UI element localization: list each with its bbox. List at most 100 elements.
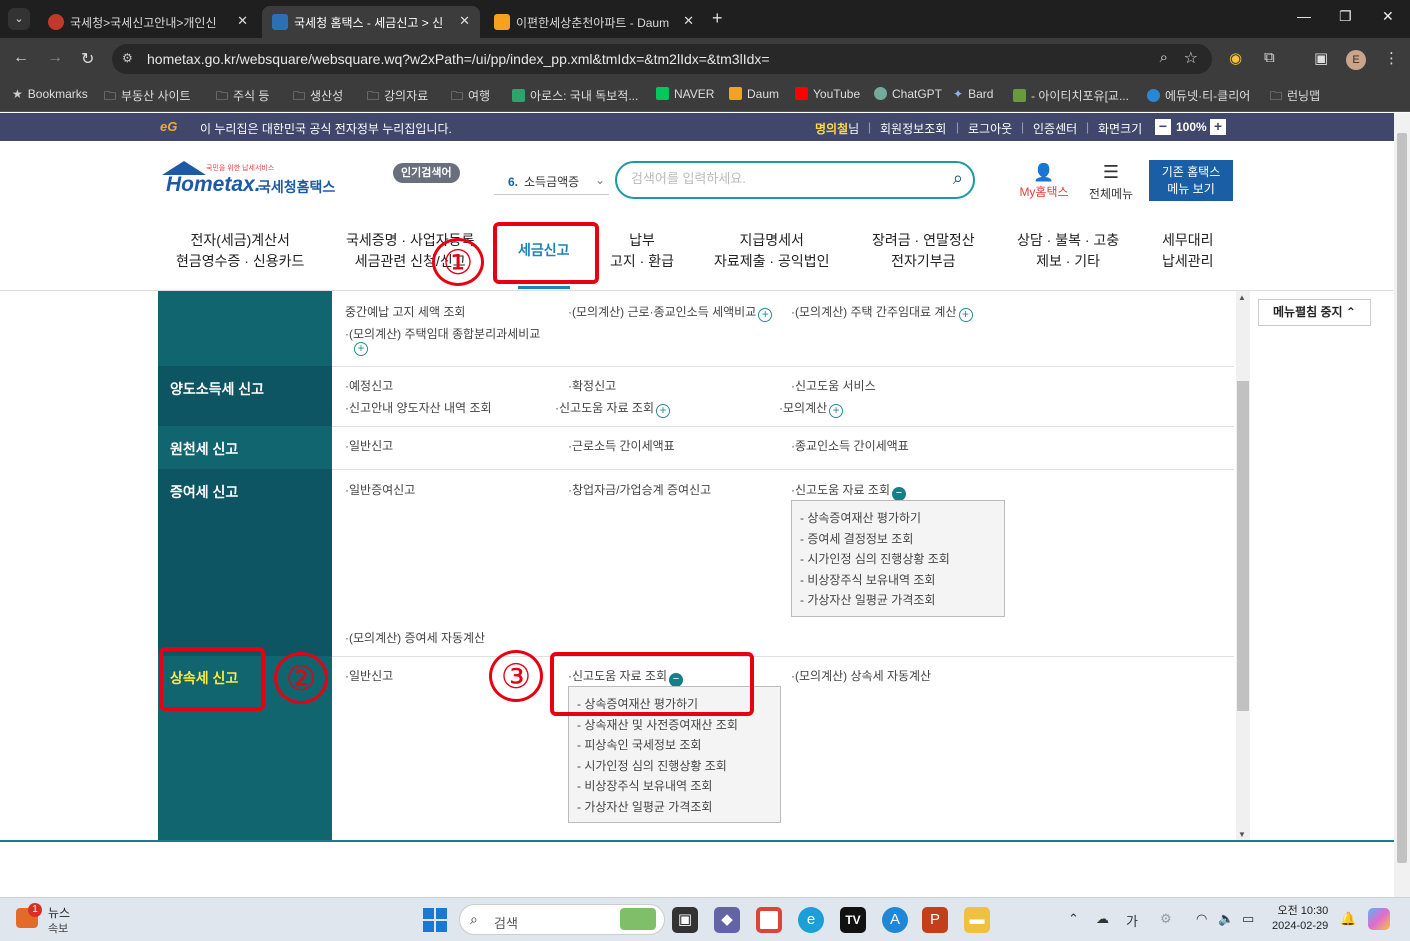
old-hometax-menu-button[interactable]: 기존 홈택스 메뉴 보기 xyxy=(1149,160,1233,201)
zoom-icon[interactable]: ⌕ xyxy=(1160,49,1168,66)
plus-icon[interactable]: + xyxy=(958,308,973,322)
site-info-icon[interactable]: ⚙ xyxy=(122,51,133,65)
menu-link[interactable]: ·(모의계산) 근로·종교인소득 세액비교 + xyxy=(568,303,773,322)
side-panel-icon[interactable]: ▣ xyxy=(1314,49,1328,67)
menu-link[interactable]: ·근로소득 간이세액표 xyxy=(568,437,675,454)
scroll-thumb[interactable] xyxy=(1237,381,1249,711)
submenu-link[interactable]: - 비상장주식 보유내역 조회 xyxy=(577,776,772,797)
menu-link[interactable]: ·(모의계산) 상속세 자동계산 xyxy=(791,667,931,684)
cloud-icon[interactable]: ☁ xyxy=(1096,911,1109,927)
bookmark-item[interactable]: 🗀 주식 등 xyxy=(216,87,269,108)
wifi-icon[interactable]: ◠ xyxy=(1196,911,1207,927)
submenu-link[interactable]: - 피상속인 국세정보 조회 xyxy=(577,735,772,756)
submenu-link[interactable]: - 상속재산 및 사전증여재산 조회 xyxy=(577,715,772,736)
file-explorer-icon[interactable]: ▬ xyxy=(964,907,990,933)
submenu-link[interactable]: - 비상장주식 보유내역 조회 xyxy=(800,570,996,591)
menu-pause-button[interactable]: 메뉴펼침 중지 ⌃ xyxy=(1258,299,1371,326)
bookmark-item[interactable]: ★ Bookmarks xyxy=(12,87,88,101)
bookmark-item[interactable]: ✦ Bard xyxy=(953,87,993,101)
new-tab-button[interactable]: + xyxy=(712,8,723,29)
bookmark-star-icon[interactable]: ☆ xyxy=(1184,48,1198,68)
restore-icon[interactable]: ❐ xyxy=(1339,8,1352,25)
category-wonchun[interactable]: 원천세 신고 xyxy=(170,439,238,459)
zoom-out-button[interactable]: − xyxy=(1155,119,1171,135)
submenu-link[interactable]: - 상속증여재산 평가하기 xyxy=(800,508,996,529)
menu-link[interactable]: ·신고도움 자료 조회 + xyxy=(555,399,670,418)
app-store-icon[interactable]: A xyxy=(882,907,908,933)
gnb-payment[interactable]: 납부 고지 · 환급 xyxy=(610,230,674,272)
profile-avatar[interactable]: E xyxy=(1346,50,1366,70)
bookmark-item[interactable]: NAVER xyxy=(656,87,714,101)
member-info-link[interactable]: 회원정보조회 xyxy=(880,120,946,137)
plus-icon[interactable]: + xyxy=(354,342,368,356)
bookmark-item[interactable]: 🗀 생산성 xyxy=(293,87,343,108)
powerpoint-icon[interactable]: P xyxy=(922,907,948,933)
bookmark-item[interactable]: 에듀넷·티-클리어 xyxy=(1147,87,1250,104)
clock[interactable]: 오전 10:30 2024-02-29 xyxy=(1272,904,1328,934)
scroll-down-icon[interactable]: ▼ xyxy=(1238,830,1246,839)
submenu-link[interactable]: - 증여세 결정정보 조회 xyxy=(800,529,996,550)
menu-link[interactable]: ·(모의계산) 주택임대 종합분리과세비교 xyxy=(345,325,540,342)
minimize-icon[interactable]: — xyxy=(1297,8,1311,24)
bookmark-item[interactable]: Daum xyxy=(729,87,779,101)
browser-tab-3[interactable]: 이편한세상춘천아파트 - Daum ✕ xyxy=(484,6,704,38)
popular-search-dropdown[interactable]: 6. 소득금액증 ⌄ xyxy=(494,173,609,195)
menu-link[interactable]: ·신고도움 자료 조회 − xyxy=(791,481,906,501)
gnb-tax-agent[interactable]: 세무대리 납세관리 xyxy=(1162,230,1214,272)
zoom-in-button[interactable]: + xyxy=(1210,119,1226,135)
back-icon[interactable]: ← xyxy=(13,49,29,67)
browser-tab-1[interactable]: 국세청>국세신고안내>개인신 ✕ xyxy=(38,6,258,38)
gnb-year-end[interactable]: 장려금 · 연말정산 전자기부금 xyxy=(872,230,975,272)
category-jeungyeo[interactable]: 증여세 신고 xyxy=(170,482,238,502)
menu-link[interactable]: ·창업자금/가업승계 증여신고 xyxy=(568,481,711,498)
category-yangdo[interactable]: 양도소득세 신고 xyxy=(170,379,264,399)
menu-link[interactable]: ·일반신고 xyxy=(345,667,393,684)
plus-icon[interactable]: + xyxy=(829,404,844,418)
bookmark-item[interactable]: 🗀 강의자료 xyxy=(367,87,428,108)
task-view-icon[interactable]: ▣ xyxy=(672,907,698,933)
ime-mode-icon[interactable]: ⚙ xyxy=(1160,911,1172,927)
close-tab-icon[interactable]: ✕ xyxy=(683,13,694,29)
scroll-up-icon[interactable]: ▲ xyxy=(1238,293,1246,302)
chevron-up-icon[interactable]: ⌃ xyxy=(1068,911,1079,927)
gnb-e-invoice[interactable]: 전자(세금)계산서 현금영수증 · 신용카드 xyxy=(176,230,304,272)
close-tab-icon[interactable]: ✕ xyxy=(459,13,470,29)
all-menu-button[interactable]: ☰ 전체메뉴 xyxy=(1083,163,1139,202)
search-icon[interactable]: ⌕ xyxy=(953,168,963,189)
menu-link[interactable]: ·모의계산 + xyxy=(779,399,844,418)
menu-scrollbar[interactable]: ▲ ▼ xyxy=(1236,291,1250,841)
bookmark-item[interactable]: 🗀 여행 xyxy=(451,87,490,108)
close-tab-icon[interactable]: ✕ xyxy=(237,13,248,29)
page-scroll-thumb[interactable] xyxy=(1397,133,1407,863)
edge-icon[interactable]: e xyxy=(798,907,824,933)
volume-icon[interactable]: 🔈 xyxy=(1218,911,1234,927)
menu-link[interactable]: ·예정신고 xyxy=(345,377,393,394)
search-input[interactable] xyxy=(631,171,931,186)
notification-bell-icon[interactable]: 🔔 xyxy=(1340,911,1356,927)
minus-icon[interactable]: − xyxy=(892,487,906,501)
tradingview-icon[interactable]: TV xyxy=(840,907,866,933)
url-text[interactable]: hometax.go.kr/websquare/websquare.wq?w2x… xyxy=(147,51,770,67)
menu-link[interactable]: ·(모의계산) 증여세 자동계산 xyxy=(345,629,485,646)
bookmark-item[interactable]: 🗀 부동산 사이트 xyxy=(104,87,191,108)
menu-link[interactable]: ·확정신고 xyxy=(568,377,616,394)
submenu-link[interactable]: - 가상자산 일평균 가격조회 xyxy=(577,797,772,818)
omnibox[interactable]: ⚙ hometax.go.kr/websquare/websquare.wq?w… xyxy=(112,44,1212,74)
gnb-consulting[interactable]: 상담 · 불복 · 고충 제보 · 기타 xyxy=(1017,230,1119,272)
close-window-icon[interactable]: ✕ xyxy=(1382,8,1394,25)
plus-icon[interactable]: + xyxy=(758,308,773,322)
extension-icon[interactable]: ◉ xyxy=(1229,49,1242,67)
ime-indicator[interactable]: 가 xyxy=(1126,911,1138,930)
menu-link[interactable]: ·일반신고 xyxy=(345,437,393,454)
browser-menu-icon[interactable]: ⋮ xyxy=(1384,49,1399,67)
menu-link[interactable]: ·종교인소득 간이세액표 xyxy=(791,437,909,454)
taskbar-search[interactable]: ⌕ 검색 xyxy=(459,904,665,935)
submenu-link[interactable]: - 가상자산 일평균 가격조회 xyxy=(800,590,996,611)
bookmark-item[interactable]: YouTube xyxy=(795,87,860,101)
my-hometax-button[interactable]: 👤 My홈택스 xyxy=(1014,163,1074,200)
cert-center-link[interactable]: 인증센터 xyxy=(1033,120,1077,137)
submenu-link[interactable]: - 시가인정 심의 진행상황 조회 xyxy=(800,549,996,570)
chrome-icon[interactable] xyxy=(756,907,782,933)
page-scrollbar[interactable] xyxy=(1394,113,1410,897)
browser-tab-2[interactable]: 국세청 홈택스 - 세금신고 > 신 ✕ xyxy=(262,6,480,38)
